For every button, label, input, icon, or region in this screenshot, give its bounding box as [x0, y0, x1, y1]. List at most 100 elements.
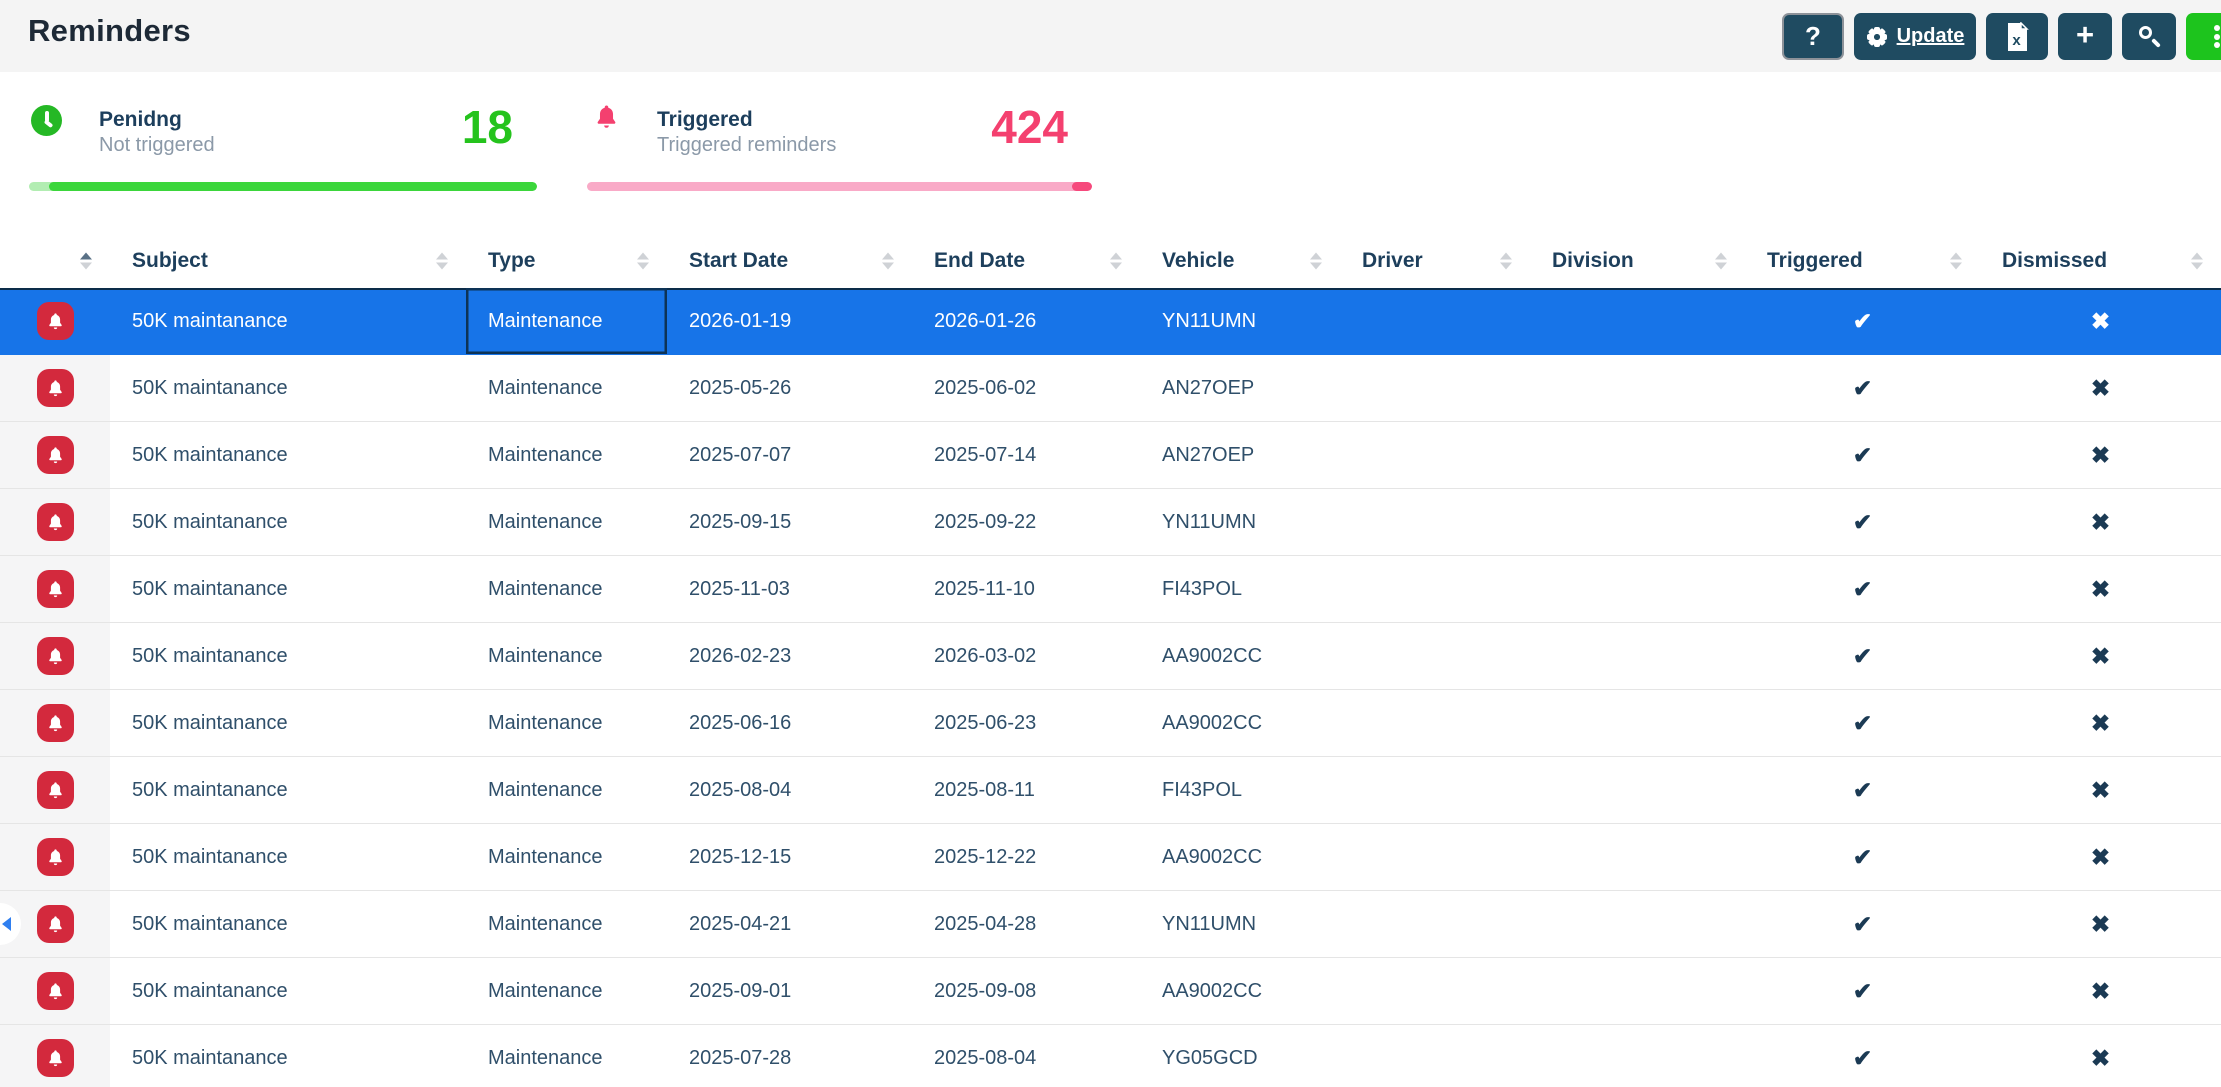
cell-subject[interactable]: 50K maintanance — [110, 422, 466, 488]
sort-icon[interactable] — [1715, 253, 1727, 270]
triggered-stat-card[interactable]: Triggered Triggered reminders 424 — [587, 72, 1092, 234]
column-header-end-date[interactable]: End Date — [912, 234, 1140, 288]
cell-type[interactable]: Maintenance — [466, 556, 667, 622]
cell-driver[interactable] — [1340, 824, 1530, 890]
cell-type[interactable]: Maintenance — [466, 958, 667, 1024]
cell-start-date[interactable]: 2025-09-01 — [667, 958, 912, 1024]
cell-end-date[interactable]: 2025-09-08 — [912, 958, 1140, 1024]
cell-subject[interactable]: 50K maintanance — [110, 958, 466, 1024]
search-button[interactable] — [2122, 13, 2176, 60]
cell-type[interactable]: Maintenance — [466, 489, 667, 555]
cell-vehicle[interactable]: YN11UMN — [1140, 288, 1340, 354]
table-row[interactable]: 50K maintananceMaintenance2026-02-232026… — [0, 623, 2221, 690]
cell-start-date[interactable]: 2025-11-03 — [667, 556, 912, 622]
sort-icon[interactable] — [80, 253, 92, 270]
cell-start-date[interactable]: 2026-02-23 — [667, 623, 912, 689]
cell-division[interactable] — [1530, 288, 1745, 354]
column-header-dismissed[interactable]: Dismissed — [1980, 234, 2221, 288]
cell-driver[interactable] — [1340, 489, 1530, 555]
cell-vehicle[interactable]: AA9002CC — [1140, 958, 1340, 1024]
cell-division[interactable] — [1530, 757, 1745, 823]
cell-end-date[interactable]: 2025-08-04 — [912, 1025, 1140, 1087]
cell-end-date[interactable]: 2025-11-10 — [912, 556, 1140, 622]
cell-driver[interactable] — [1340, 623, 1530, 689]
cell-subject[interactable]: 50K maintanance — [110, 1025, 466, 1087]
cell-start-date[interactable]: 2025-09-15 — [667, 489, 912, 555]
cell-end-date[interactable]: 2025-12-22 — [912, 824, 1140, 890]
cell-dismissed[interactable]: ✖ — [1980, 623, 2221, 689]
table-row[interactable]: 50K maintananceMaintenance2025-07-282025… — [0, 1025, 2221, 1087]
cell-dismissed[interactable]: ✖ — [1980, 556, 2221, 622]
sort-icon[interactable] — [637, 253, 649, 270]
cell-subject[interactable]: 50K maintanance — [110, 355, 466, 421]
cell-dismissed[interactable]: ✖ — [1980, 288, 2221, 354]
cell-vehicle[interactable]: FI43POL — [1140, 556, 1340, 622]
cell-end-date[interactable]: 2025-06-02 — [912, 355, 1140, 421]
cell-end-date[interactable]: 2026-01-26 — [912, 288, 1140, 354]
sort-icon[interactable] — [436, 253, 448, 270]
cell-type[interactable]: Maintenance — [466, 288, 667, 354]
cell-dismissed[interactable]: ✖ — [1980, 824, 2221, 890]
cell-end-date[interactable]: 2025-07-14 — [912, 422, 1140, 488]
cell-dismissed[interactable]: ✖ — [1980, 489, 2221, 555]
cell-division[interactable] — [1530, 824, 1745, 890]
column-header-type[interactable]: Type — [466, 234, 667, 288]
sort-icon[interactable] — [2191, 253, 2203, 270]
cell-division[interactable] — [1530, 690, 1745, 756]
cell-subject[interactable]: 50K maintanance — [110, 489, 466, 555]
table-row[interactable]: 50K maintananceMaintenance2025-04-212025… — [0, 891, 2221, 958]
cell-vehicle[interactable]: AA9002CC — [1140, 690, 1340, 756]
table-row[interactable]: 50K maintananceMaintenance2025-09-012025… — [0, 958, 2221, 1025]
sort-icon[interactable] — [1110, 253, 1122, 270]
export-excel-button[interactable]: x — [1986, 13, 2048, 60]
cell-vehicle[interactable]: YG05GCD — [1140, 1025, 1340, 1087]
sort-icon[interactable] — [1500, 253, 1512, 270]
cell-start-date[interactable]: 2025-12-15 — [667, 824, 912, 890]
cell-driver[interactable] — [1340, 958, 1530, 1024]
table-row[interactable]: 50K maintananceMaintenance2025-12-152025… — [0, 824, 2221, 891]
cell-type[interactable]: Maintenance — [466, 757, 667, 823]
cell-type[interactable]: Maintenance — [466, 422, 667, 488]
cell-start-date[interactable]: 2025-05-26 — [667, 355, 912, 421]
column-header-driver[interactable]: Driver — [1340, 234, 1530, 288]
column-header-start-date[interactable]: Start Date — [667, 234, 912, 288]
cell-division[interactable] — [1530, 355, 1745, 421]
sort-icon[interactable] — [1310, 253, 1322, 270]
cell-start-date[interactable]: 2025-07-07 — [667, 422, 912, 488]
column-header-triggered[interactable]: Triggered — [1745, 234, 1980, 288]
cell-vehicle[interactable]: AA9002CC — [1140, 623, 1340, 689]
cell-driver[interactable] — [1340, 422, 1530, 488]
cell-start-date[interactable]: 2025-07-28 — [667, 1025, 912, 1087]
cell-division[interactable] — [1530, 623, 1745, 689]
cell-division[interactable] — [1530, 489, 1745, 555]
cell-start-date[interactable]: 2025-04-21 — [667, 891, 912, 957]
cell-division[interactable] — [1530, 556, 1745, 622]
cell-subject[interactable]: 50K maintanance — [110, 891, 466, 957]
cell-start-date[interactable]: 2025-08-04 — [667, 757, 912, 823]
cell-driver[interactable] — [1340, 891, 1530, 957]
cell-dismissed[interactable]: ✖ — [1980, 757, 2221, 823]
cell-type[interactable]: Maintenance — [466, 623, 667, 689]
cell-driver[interactable] — [1340, 355, 1530, 421]
cell-subject[interactable]: 50K maintanance — [110, 824, 466, 890]
cell-dismissed[interactable]: ✖ — [1980, 1025, 2221, 1087]
sort-icon[interactable] — [882, 253, 894, 270]
cell-type[interactable]: Maintenance — [466, 690, 667, 756]
cell-type[interactable]: Maintenance — [466, 824, 667, 890]
cell-vehicle[interactable]: AA9002CC — [1140, 824, 1340, 890]
cell-subject[interactable]: 50K maintanance — [110, 623, 466, 689]
cell-vehicle[interactable]: AN27OEP — [1140, 422, 1340, 488]
cell-vehicle[interactable]: YN11UMN — [1140, 891, 1340, 957]
cell-dismissed[interactable]: ✖ — [1980, 891, 2221, 957]
cell-start-date[interactable]: 2026-01-19 — [667, 288, 912, 354]
table-row[interactable]: 50K maintananceMaintenance2026-01-192026… — [0, 288, 2221, 355]
cell-end-date[interactable]: 2025-09-22 — [912, 489, 1140, 555]
cell-division[interactable] — [1530, 958, 1745, 1024]
cell-driver[interactable] — [1340, 556, 1530, 622]
cell-division[interactable] — [1530, 1025, 1745, 1087]
cell-dismissed[interactable]: ✖ — [1980, 958, 2221, 1024]
table-row[interactable]: 50K maintananceMaintenance2025-11-032025… — [0, 556, 2221, 623]
cell-division[interactable] — [1530, 422, 1745, 488]
cell-driver[interactable] — [1340, 757, 1530, 823]
pending-stat-card[interactable]: Penidng Not triggered 18 — [29, 72, 537, 234]
